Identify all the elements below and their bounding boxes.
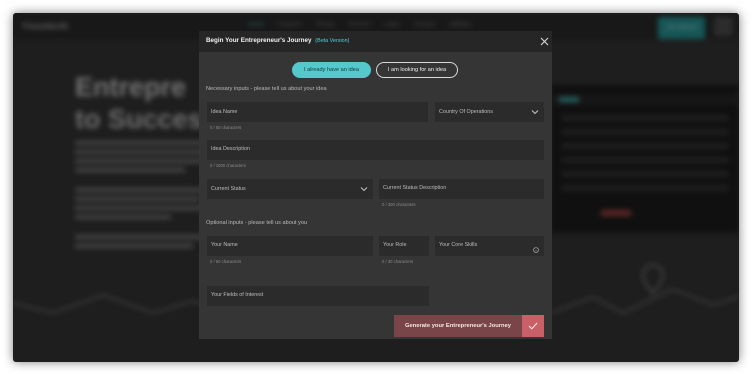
- looking-for-idea-button[interactable]: I am looking for an idea: [376, 62, 458, 78]
- beta-badge: (Beta Version): [315, 38, 350, 44]
- your-name-placeholder: Your Name: [211, 242, 238, 248]
- core-skills-placeholder: Your Core Skills: [439, 242, 478, 248]
- close-icon[interactable]: [539, 36, 550, 47]
- idea-description-textarea[interactable]: Idea Description: [207, 140, 544, 160]
- current-status-select[interactable]: Current Status: [207, 179, 373, 199]
- country-select-label: Country Of Operations: [439, 109, 493, 115]
- modal-header: Begin Your Entrepreneur's Journey (Beta …: [199, 31, 552, 52]
- status-description-counter: 0 / 300 characters: [382, 202, 416, 207]
- core-skills-input[interactable]: Your Core Skills: [435, 236, 544, 256]
- your-role-counter: 0 / 30 characters: [382, 259, 414, 264]
- idea-name-input[interactable]: Idea Name: [207, 102, 428, 122]
- check-icon: [522, 315, 544, 337]
- idea-description-counter: 0 / 1000 characters: [210, 163, 246, 168]
- modal-title: Begin Your Entrepreneur's Journey (Beta …: [206, 37, 349, 44]
- your-name-counter: 0 / 50 characters: [210, 259, 242, 264]
- your-role-placeholder: Your Role: [383, 242, 407, 248]
- idea-name-counter: 0 / 50 characters: [210, 125, 242, 130]
- fields-of-interest-placeholder: Your Fields of Interest: [211, 292, 264, 298]
- idea-name-placeholder: Idea Name: [211, 109, 238, 115]
- country-select[interactable]: Country Of Operations: [435, 102, 544, 122]
- info-icon[interactable]: [533, 247, 539, 253]
- chevron-down-icon: [360, 187, 368, 192]
- generate-journey-label: Generate your Entrepreneur's Journey: [404, 323, 512, 329]
- your-name-input[interactable]: Your Name: [207, 236, 373, 256]
- your-role-input[interactable]: Your Role: [379, 236, 429, 256]
- current-status-description-placeholder: Current Status Description: [383, 185, 447, 191]
- already-have-idea-button[interactable]: I already have an idea: [292, 62, 371, 78]
- optional-inputs-label: Optional inputs - please tell us about y…: [206, 220, 308, 226]
- current-status-label: Current Status: [211, 186, 246, 192]
- generate-journey-button[interactable]: Generate your Entrepreneur's Journey: [394, 315, 544, 337]
- necessary-inputs-label: Necessary inputs - please tell us about …: [206, 86, 327, 92]
- modal-title-text: Begin Your Entrepreneur's Journey: [206, 37, 312, 44]
- idea-description-placeholder: Idea Description: [211, 146, 250, 152]
- chevron-down-icon: [531, 110, 539, 115]
- fields-of-interest-input[interactable]: Your Fields of Interest: [207, 286, 429, 306]
- current-status-description-textarea[interactable]: Current Status Description: [379, 179, 544, 199]
- journey-modal: Begin Your Entrepreneur's Journey (Beta …: [199, 31, 552, 339]
